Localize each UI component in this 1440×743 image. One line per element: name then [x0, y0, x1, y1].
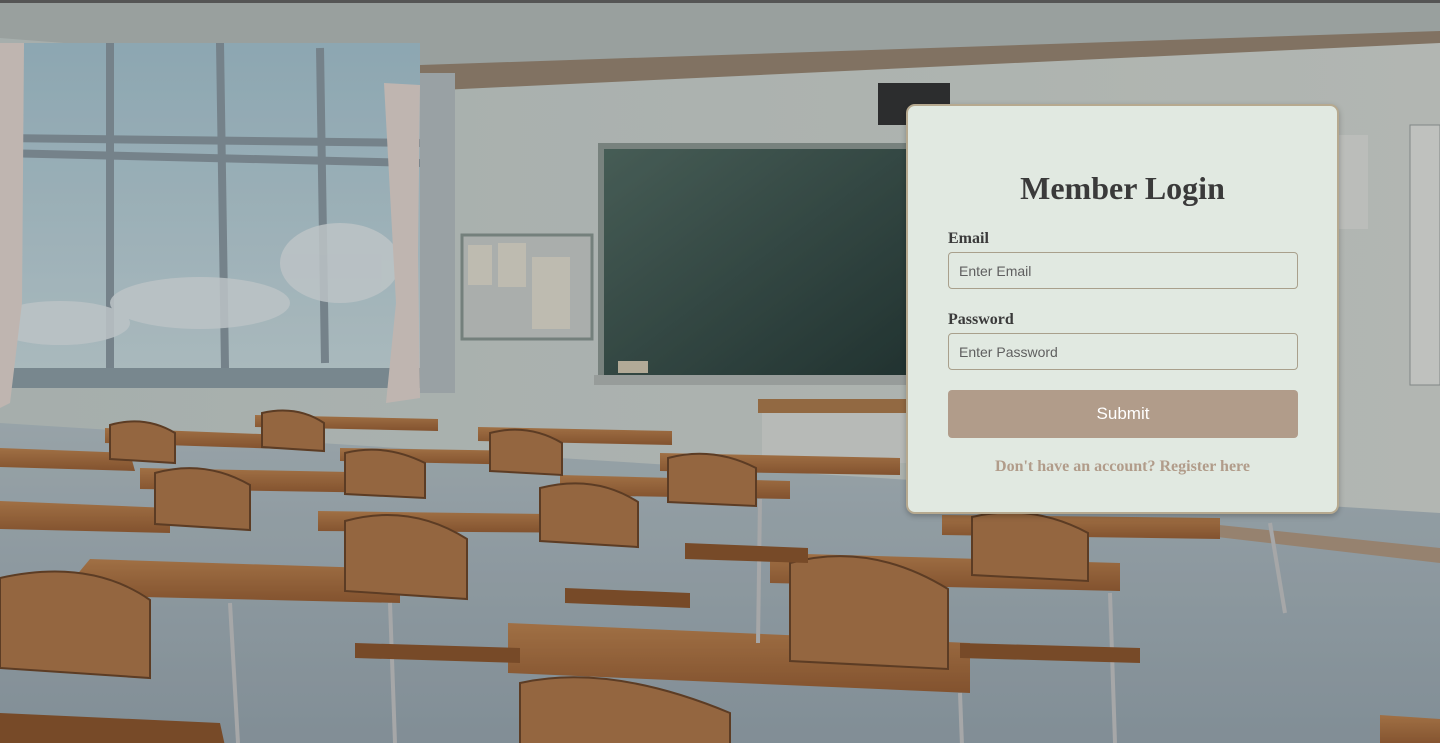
password-input[interactable] — [948, 333, 1298, 370]
email-label: Email — [948, 230, 989, 247]
register-link[interactable]: Don't have an account? Register here — [948, 458, 1297, 476]
login-card: Member Login Email Password Submit Don't… — [906, 104, 1339, 514]
page: Member Login Email Password Submit Don't… — [0, 0, 1440, 743]
submit-button[interactable]: Submit — [948, 390, 1298, 438]
email-input[interactable] — [948, 252, 1298, 289]
login-title: Member Login — [1020, 170, 1225, 206]
password-label: Password — [948, 311, 1014, 328]
